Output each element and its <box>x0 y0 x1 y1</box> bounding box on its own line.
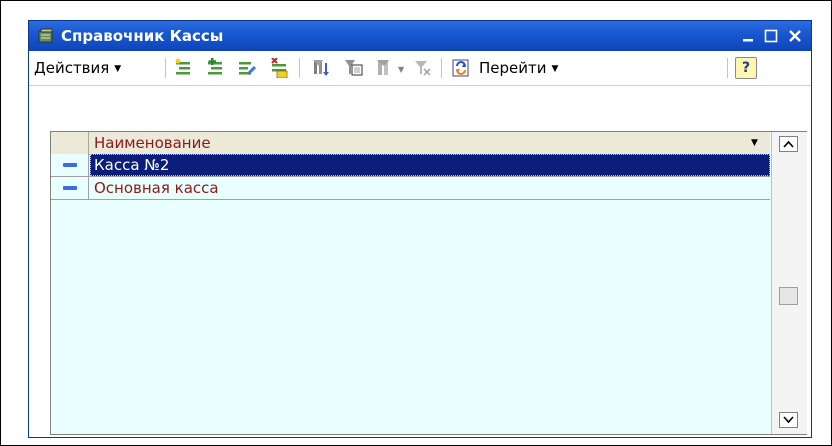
title-bar[interactable]: Справочник Кассы <box>29 21 811 51</box>
chevron-down-icon: ▼ <box>551 64 559 74</box>
actions-label: Действия <box>34 59 110 77</box>
goto-menu[interactable]: Перейти ▼ <box>479 51 558 85</box>
chevron-down-icon[interactable]: ▼ <box>398 65 404 74</box>
row-name-cell: Касса №2 <box>94 156 170 174</box>
close-button[interactable] <box>784 25 806 47</box>
table-row[interactable]: Основная касса <box>51 177 770 200</box>
item-icon <box>63 163 77 167</box>
chevron-up-icon <box>783 140 794 148</box>
scroll-thumb[interactable] <box>779 287 798 305</box>
row-marker <box>51 154 89 176</box>
scroll-down-button[interactable] <box>779 412 798 428</box>
row-selection-highlight <box>90 154 770 176</box>
help-icon: ? <box>741 60 751 76</box>
chevron-down-icon[interactable]: ▼ <box>751 132 758 154</box>
minimize-button[interactable] <box>737 25 759 47</box>
item-icon <box>63 186 77 190</box>
catalog-window: Справочник Кассы Действия ▼ ▼ Перейти ▼ … <box>28 20 812 438</box>
window-title: Справочник Кассы <box>61 27 224 45</box>
help-button[interactable]: ? <box>735 57 757 79</box>
filter-icon[interactable] <box>311 58 331 78</box>
actions-menu[interactable]: Действия ▼ <box>34 51 121 85</box>
toolbar: Действия ▼ ▼ Перейти ▼ ? <box>29 51 811 86</box>
clear-filter-icon[interactable] <box>413 58 433 78</box>
maximize-button[interactable] <box>760 25 782 47</box>
filter-by-value-icon[interactable] <box>343 58 363 78</box>
scroll-up-button[interactable] <box>779 136 798 152</box>
toolbar-separator <box>441 58 443 78</box>
vertical-scrollbar[interactable] <box>771 132 807 434</box>
close-icon <box>789 30 801 42</box>
toolbar-separator <box>299 58 301 78</box>
mark-delete-icon[interactable] <box>269 58 289 78</box>
refresh-icon[interactable] <box>451 58 471 78</box>
table-header: Наименование ▼ <box>51 132 770 155</box>
chevron-down-icon <box>783 416 794 424</box>
minimize-icon <box>743 39 753 42</box>
toolbar-separator <box>727 58 729 78</box>
toolbar-separator <box>165 58 167 78</box>
add-item-icon[interactable] <box>173 58 193 78</box>
filter-history-icon[interactable] <box>375 58 395 78</box>
column-header-name[interactable]: Наименование <box>94 132 211 154</box>
header-row-selector <box>51 132 89 154</box>
row-marker <box>51 177 89 199</box>
edit-item-icon[interactable] <box>237 58 257 78</box>
goto-label: Перейти <box>479 59 547 77</box>
catalog-table[interactable]: Наименование ▼ Касса №2 Основная касса <box>50 131 807 435</box>
catalog-app-icon <box>38 28 53 43</box>
table-row[interactable]: Касса №2 <box>51 154 770 177</box>
row-name-cell: Основная касса <box>94 179 219 197</box>
maximize-icon <box>764 29 778 43</box>
chevron-down-icon: ▼ <box>114 64 122 74</box>
add-group-icon[interactable] <box>205 58 225 78</box>
